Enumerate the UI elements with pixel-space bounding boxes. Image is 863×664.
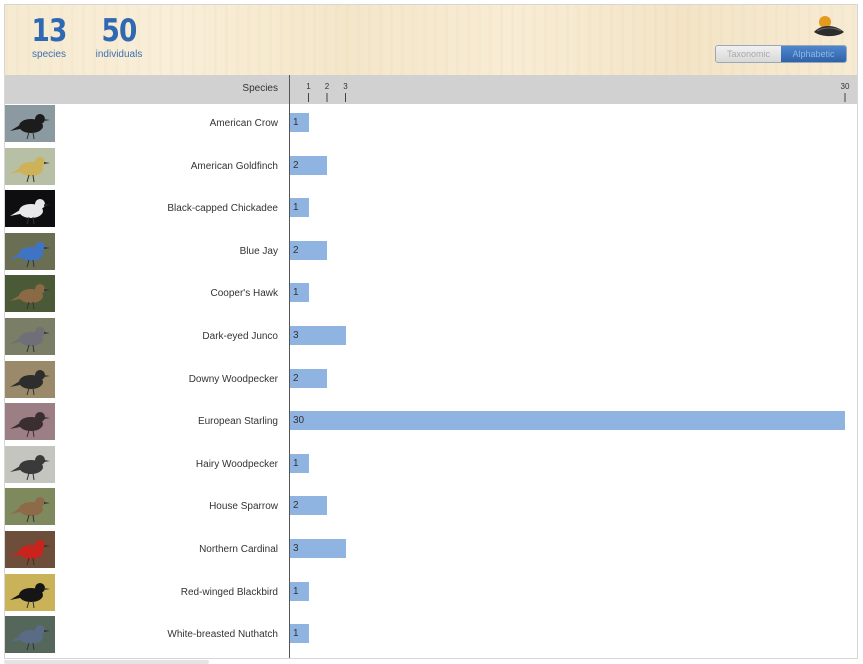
species-row[interactable]: Dark-eyed Junco 3: [5, 317, 857, 359]
species-name-label: Blue Jay: [239, 245, 278, 257]
species-row[interactable]: Northern Cardinal 3: [5, 530, 857, 572]
count-bar-label: 3: [293, 330, 299, 341]
species-name-label: European Starling: [197, 416, 278, 428]
count-bar-label: 2: [293, 159, 299, 171]
bird-icon: [5, 403, 55, 441]
species-name-label: Northern Cardinal: [199, 544, 278, 555]
bird-thumbnail: [5, 403, 55, 441]
bird-thumbnail: [5, 147, 55, 185]
count-bar-label: 2: [293, 500, 299, 512]
species-row[interactable]: American Crow 1: [5, 104, 857, 146]
bird-thumbnail: [5, 232, 55, 270]
bird-thumbnail: [5, 105, 55, 142]
species-name-label: Black-capped Chickadee: [167, 203, 278, 215]
count-bar-label: 1: [293, 202, 299, 214]
chart-panel: 13 species 50 individuals Taxonomic Alph…: [4, 4, 858, 659]
species-row[interactable]: European Starling 30: [5, 402, 857, 444]
bird-icon: [5, 616, 55, 654]
bird-icon: [5, 147, 55, 185]
x-tick-label: 2: [325, 82, 330, 91]
count-bar-label: 30: [293, 415, 305, 427]
bird-icon: [5, 275, 55, 313]
species-row[interactable]: White-breasted Nuthatch 1: [5, 615, 857, 657]
sort-taxonomic-button[interactable]: Taxonomic: [716, 46, 781, 62]
individuals-count: 50: [101, 13, 138, 49]
individuals-count-stat: 50 individuals: [91, 13, 147, 61]
species-row[interactable]: Cooper's Hawk 1: [5, 274, 857, 316]
species-row[interactable]: Black-capped Chickadee 1: [5, 189, 857, 231]
species-name-label: American Crow: [209, 118, 278, 129]
bird-icon: [5, 190, 55, 228]
bird-icon: [5, 573, 55, 611]
species-name-label: White-breasted Nuthatch: [167, 629, 278, 641]
bird-icon: [5, 318, 55, 355]
species-row[interactable]: Blue Jay 2: [5, 232, 857, 274]
bird-icon: [5, 531, 55, 568]
species-count-stat: 13 species: [27, 13, 71, 61]
sort-toggle: Taxonomic Alphabetic: [715, 45, 847, 63]
bird-thumbnail: [5, 531, 55, 568]
horizontal-scrollbar[interactable]: [4, 660, 209, 664]
species-name-label: Hairy Woodpecker: [195, 458, 278, 470]
count-bar-label: 2: [293, 372, 299, 384]
x-tick-label: 30: [841, 82, 850, 91]
bird-thumbnail: [5, 488, 55, 526]
axis-header: Species 1 2 3 30: [5, 75, 857, 104]
species-name-label: Red-winged Blackbird: [180, 586, 278, 598]
bird-icon: [5, 232, 55, 270]
species-name-label: Dark-eyed Junco: [202, 331, 278, 342]
count-bar-label: 1: [293, 287, 299, 299]
species-name-label: Cooper's Hawk: [210, 288, 279, 300]
count-bar-label: 1: [293, 457, 299, 469]
x-tick-label: 1: [306, 82, 311, 91]
count-bar-label: 1: [293, 585, 299, 597]
bird-thumbnail: [5, 616, 55, 654]
bird-thumbnail: [5, 190, 55, 228]
bird-thumbnail: [5, 573, 55, 611]
species-row[interactable]: American Goldfinch 2: [5, 147, 857, 189]
species-count-label: species: [32, 49, 66, 60]
bird-icon: [5, 360, 55, 398]
count-bar-label: 1: [293, 117, 299, 128]
species-row[interactable]: House Sparrow 2: [5, 487, 857, 529]
species-row[interactable]: Hairy Woodpecker 1: [5, 445, 857, 487]
bird-icon: [5, 445, 55, 483]
bird-thumbnail: [5, 360, 55, 398]
bird-thumbnail: [5, 318, 55, 355]
bird-icon: [5, 105, 55, 142]
bird-thumbnail: [5, 445, 55, 483]
bird-thumbnail: [5, 275, 55, 313]
species-name-label: House Sparrow: [209, 501, 278, 513]
app-logo-icon: [814, 16, 844, 37]
count-bar: [290, 411, 845, 431]
summary-header: 13 species 50 individuals Taxonomic Alph…: [5, 5, 857, 75]
x-tick-label: 3: [343, 82, 348, 91]
individuals-count-label: individuals: [95, 49, 143, 60]
sort-alphabetic-button[interactable]: Alphabetic: [781, 46, 846, 62]
count-bar-label: 1: [293, 628, 299, 640]
species-row[interactable]: Red-winged Blackbird 1: [5, 573, 857, 615]
species-name-label: Downy Woodpecker: [188, 373, 278, 385]
count-bar-label: 3: [293, 543, 299, 554]
species-row[interactable]: Downy Woodpecker 2: [5, 360, 857, 402]
species-count: 13: [31, 13, 68, 49]
bird-icon: [5, 488, 55, 526]
x-axis: 1 2 3 30: [306, 82, 850, 102]
species-name-label: American Goldfinch: [190, 160, 278, 172]
count-bar-label: 2: [293, 244, 299, 256]
